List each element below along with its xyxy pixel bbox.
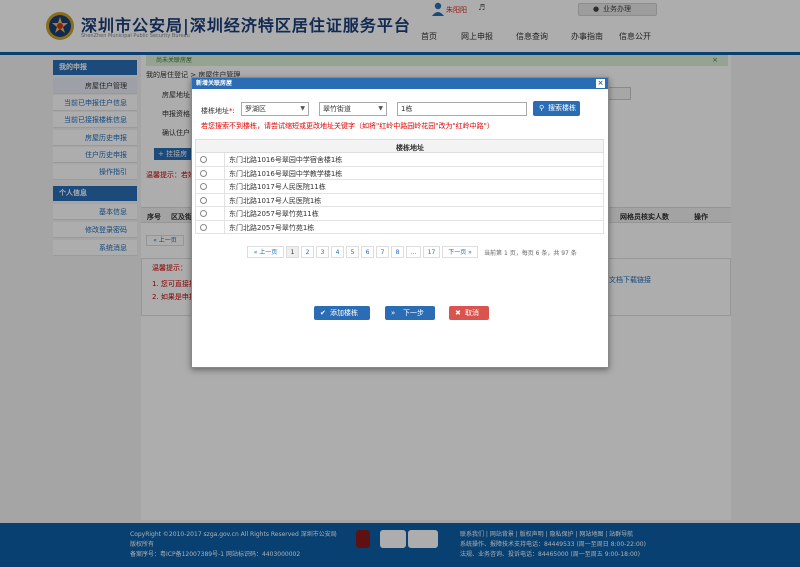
row-radio[interactable] bbox=[200, 196, 207, 204]
keyword-input[interactable]: 1栋 bbox=[397, 102, 527, 116]
row-radio[interactable] bbox=[200, 156, 207, 163]
next-page-button[interactable]: 下一页 » bbox=[442, 246, 478, 258]
double-chevron-right-icon: » bbox=[391, 309, 396, 317]
results-header: 楼栋地址 bbox=[195, 139, 604, 153]
page-17[interactable]: 17 bbox=[423, 246, 440, 258]
add-building-label: 添加楼栋 bbox=[330, 309, 358, 317]
chevron-down-icon: ▼ bbox=[378, 105, 383, 112]
search-hint: 若您搜索不到楼栋，请尝试缩短或更改地址关键字（如将"红岭中路园岭花园"改为"红岭… bbox=[201, 122, 494, 130]
close-icon[interactable]: × bbox=[596, 79, 605, 88]
add-building-button[interactable]: ✔ 添加楼栋 bbox=[314, 306, 370, 320]
column-building-address: 楼栋地址 bbox=[396, 144, 424, 152]
page-info-summary: 页，每页 6 条，共 97 条 bbox=[509, 250, 577, 257]
row-divider bbox=[224, 153, 225, 166]
page-6[interactable]: 6 bbox=[361, 246, 374, 258]
close-circle-icon: ✖ bbox=[455, 309, 461, 317]
page-3[interactable]: 3 bbox=[316, 246, 329, 258]
district-select[interactable]: 罗湖区 ▼ bbox=[241, 102, 309, 116]
row-divider bbox=[224, 180, 225, 193]
page-2[interactable]: 2 bbox=[301, 246, 314, 258]
page-info-label: 当前第 bbox=[484, 250, 503, 257]
page-8[interactable]: 8 bbox=[391, 246, 404, 258]
row-divider bbox=[224, 193, 225, 207]
row-address: 东门北路1017号人民医院1栋 bbox=[229, 196, 322, 205]
next-step-button[interactable]: » 下一步 bbox=[385, 306, 435, 320]
row-divider bbox=[224, 207, 225, 220]
required-mark: * bbox=[229, 107, 233, 115]
table-row[interactable]: 东门北路1016号翠园中学教学楼1栋 bbox=[195, 166, 604, 180]
row-radio[interactable] bbox=[200, 169, 207, 177]
table-row[interactable]: 东门北路2057号翠竹苑11栋 bbox=[195, 207, 604, 221]
add-house-modal: 新增关联房屋 × 楼栋地址*: 罗湖区 ▼ 翠竹街道 ▼ 1栋 ⚲ 搜索楼栋 若… bbox=[191, 77, 609, 368]
cancel-label: 取消 bbox=[465, 309, 479, 317]
next-step-label: 下一步 bbox=[403, 309, 424, 317]
table-row[interactable]: 东门北路1017号人民医院11栋 bbox=[195, 180, 604, 194]
modal-title-text: 新增关联房屋 bbox=[196, 80, 233, 87]
row-radio[interactable] bbox=[200, 183, 207, 190]
street-value: 翠竹街道 bbox=[323, 105, 351, 113]
page-1[interactable]: 1 bbox=[286, 246, 299, 258]
row-radio[interactable] bbox=[200, 210, 207, 217]
pagination: « 上一页 1 2 3 4 5 6 7 8 ... 17 下一页 » 当前第 1… bbox=[247, 246, 607, 259]
table-row[interactable]: 东门北路1017号人民医院1栋 bbox=[195, 193, 604, 207]
table-row[interactable]: 东门北路1016号翠园中学宿舍楼1栋 bbox=[195, 153, 604, 167]
building-address-label-text: 楼栋地址 bbox=[201, 107, 229, 115]
row-divider bbox=[224, 166, 225, 180]
row-address: 东门北路2057号翠竹苑1栋 bbox=[229, 223, 315, 232]
chevron-down-icon: ▼ bbox=[300, 105, 305, 112]
row-address: 东门北路1016号翠园中学教学楼1栋 bbox=[229, 169, 343, 178]
search-building-label: 搜索楼栋 bbox=[548, 104, 576, 112]
table-row[interactable]: 东门北路2057号翠竹苑1栋 bbox=[195, 220, 604, 234]
search-building-button[interactable]: ⚲ 搜索楼栋 bbox=[533, 101, 580, 116]
row-address: 东门北路2057号翠竹苑11栋 bbox=[229, 210, 319, 218]
page-4[interactable]: 4 bbox=[331, 246, 344, 258]
district-value: 罗湖区 bbox=[245, 105, 266, 113]
page-5[interactable]: 5 bbox=[346, 246, 359, 258]
page-7[interactable]: 7 bbox=[376, 246, 389, 258]
row-address: 东门北路1016号翠园中学宿舍楼1栋 bbox=[229, 156, 343, 164]
prev-page-button[interactable]: « 上一页 bbox=[247, 246, 284, 258]
row-radio[interactable] bbox=[200, 223, 207, 231]
current-page: 1 bbox=[503, 250, 508, 257]
street-select[interactable]: 翠竹街道 ▼ bbox=[319, 102, 387, 116]
row-address: 东门北路1017号人民医院11栋 bbox=[229, 183, 326, 191]
check-icon: ✔ bbox=[320, 309, 326, 317]
row-divider bbox=[224, 220, 225, 234]
page-info: 当前第 1 页，每页 6 条，共 97 条 bbox=[484, 248, 577, 257]
cancel-button[interactable]: ✖ 取消 bbox=[449, 306, 489, 320]
page-ellipsis: ... bbox=[406, 246, 421, 258]
search-icon: ⚲ bbox=[539, 104, 545, 112]
building-address-label: 楼栋地址*: bbox=[201, 107, 235, 115]
modal-title: 新增关联房屋 × bbox=[192, 78, 608, 89]
